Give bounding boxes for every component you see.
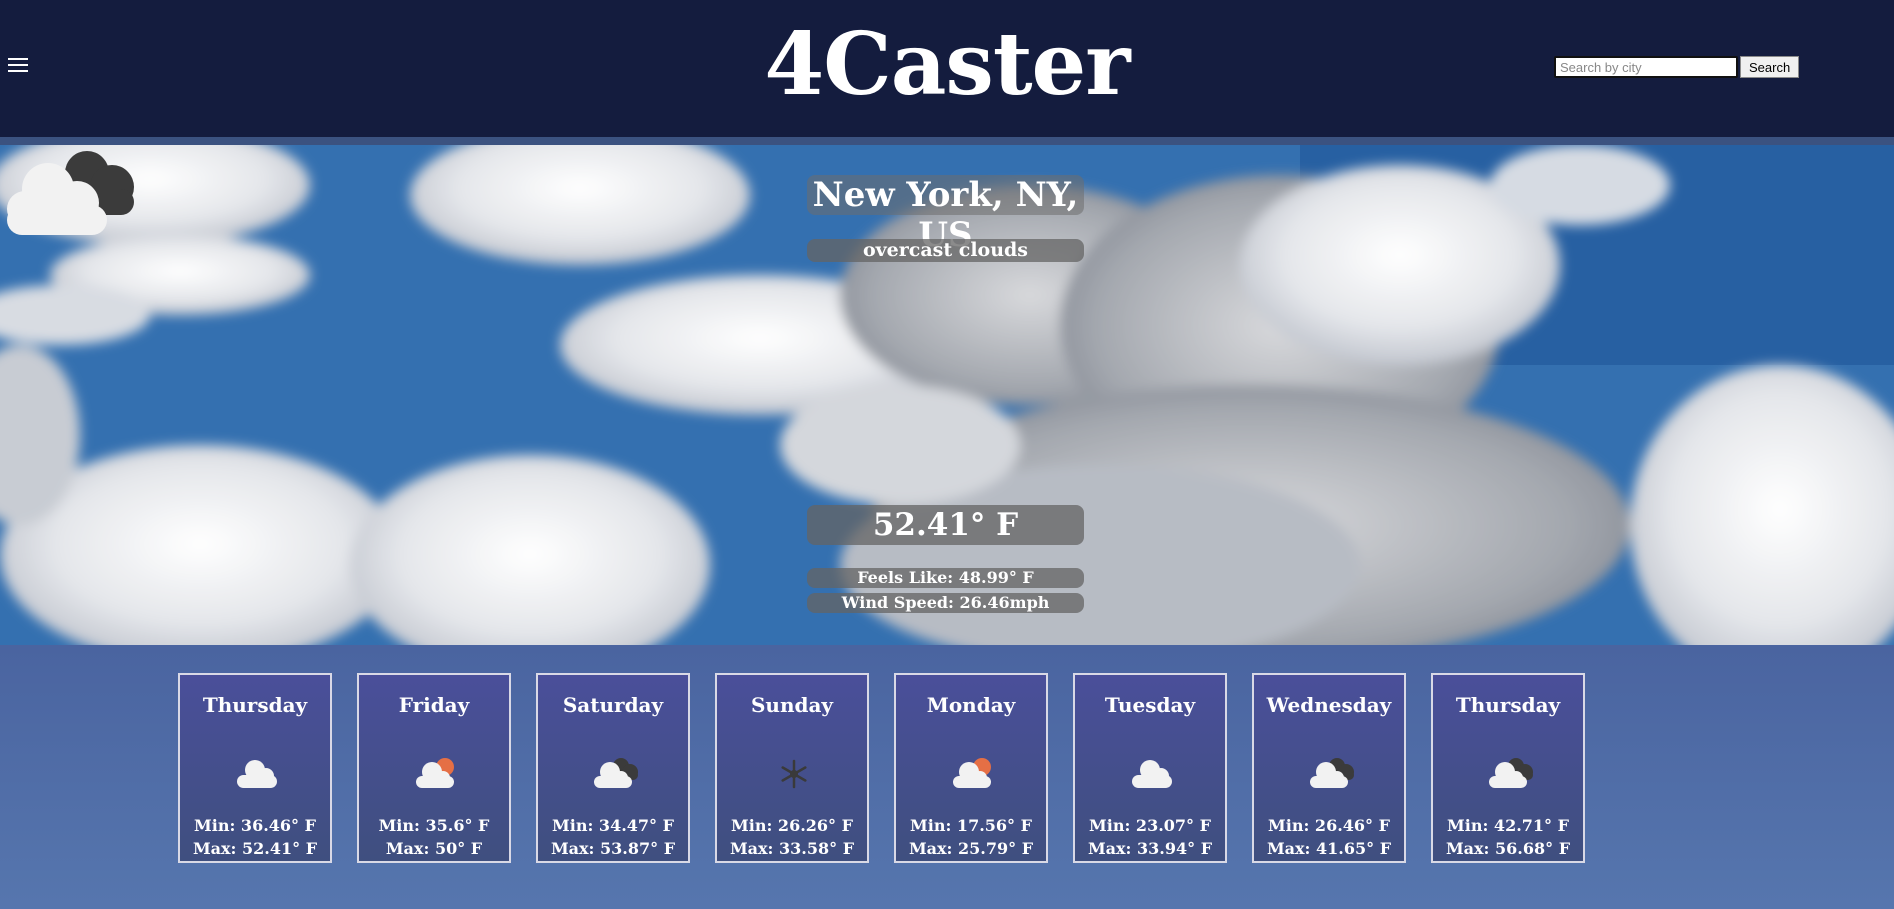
forecast-max: Max: 33.58° F [729,839,855,858]
forecast-day: Tuesday [1104,693,1196,717]
partly-sunny-icon [416,758,454,788]
broken-clouds-icon [1489,758,1533,788]
search-input[interactable] [1554,56,1738,78]
forecast-max: Max: 52.41° F [192,839,318,858]
forecast-strip: Thursday Min: 36.46° F Max: 52.41° F Fri… [0,645,1894,909]
forecast-card: Monday Min: 17.56° F Max: 25.79° F [894,673,1048,863]
app-header: 4Caster Search [0,0,1894,137]
forecast-day: Friday [398,693,470,717]
wind-speed: Wind Speed: 26.46mph [807,593,1084,613]
current-weather-panel: New York, NY, US overcast clouds 52.41° … [0,145,1894,645]
forecast-card: Wednesday Min: 26.46° F Max: 41.65° F [1252,673,1406,863]
feels-like: Feels Like: 48.99° F [807,568,1084,588]
forecast-max: Max: 56.68° F [1445,839,1571,858]
current-temperature: 52.41° F [807,505,1084,545]
forecast-card: Sunday Min: 26.26° F Max: 33.58° F [715,673,869,863]
forecast-min: Min: 36.46° F [194,816,316,835]
forecast-max: Max: 25.79° F [908,839,1034,858]
forecast-max: Max: 41.65° F [1266,839,1392,858]
forecast-day: Wednesday [1266,693,1392,717]
forecast-max: Max: 50° F [385,839,483,858]
partly-sunny-icon [953,758,991,788]
forecast-card: Thursday Min: 36.46° F Max: 52.41° F [178,673,332,863]
weather-description: overcast clouds [807,239,1084,262]
search-bar: Search [1554,56,1800,78]
forecast-min: Min: 26.26° F [731,816,853,835]
location-name: New York, NY, US [807,175,1084,255]
forecast-day: Sunday [750,693,834,717]
forecast-min: Min: 23.07° F [1089,816,1211,835]
forecast-card: Friday Min: 35.6° F Max: 50° F [357,673,511,863]
forecast-max: Max: 53.87° F [550,839,676,858]
overcast-clouds-icon [7,151,134,235]
search-button[interactable]: Search [1740,56,1800,78]
broken-clouds-icon [1310,758,1354,788]
forecast-day: Saturday [562,693,664,717]
broken-clouds-icon [594,758,638,788]
forecast-max: Max: 33.94° F [1087,839,1213,858]
snow-icon [781,759,807,789]
forecast-min: Min: 35.6° F [378,816,490,835]
header-divider [0,137,1894,145]
forecast-card: Tuesday Min: 23.07° F Max: 33.94° F [1073,673,1227,863]
forecast-min: Min: 17.56° F [910,816,1032,835]
forecast-card: Thursday Min: 42.71° F Max: 56.68° F [1431,673,1585,863]
few-clouds-icon [237,760,277,788]
few-clouds-icon [1132,760,1172,788]
forecast-min: Min: 26.46° F [1268,816,1390,835]
forecast-min: Min: 34.47° F [552,816,674,835]
forecast-card: Saturday Min: 34.47° F Max: 53.87° F [536,673,690,863]
forecast-day: Thursday [202,693,308,717]
forecast-day: Thursday [1455,693,1561,717]
forecast-min: Min: 42.71° F [1447,816,1569,835]
forecast-day: Monday [926,693,1016,717]
